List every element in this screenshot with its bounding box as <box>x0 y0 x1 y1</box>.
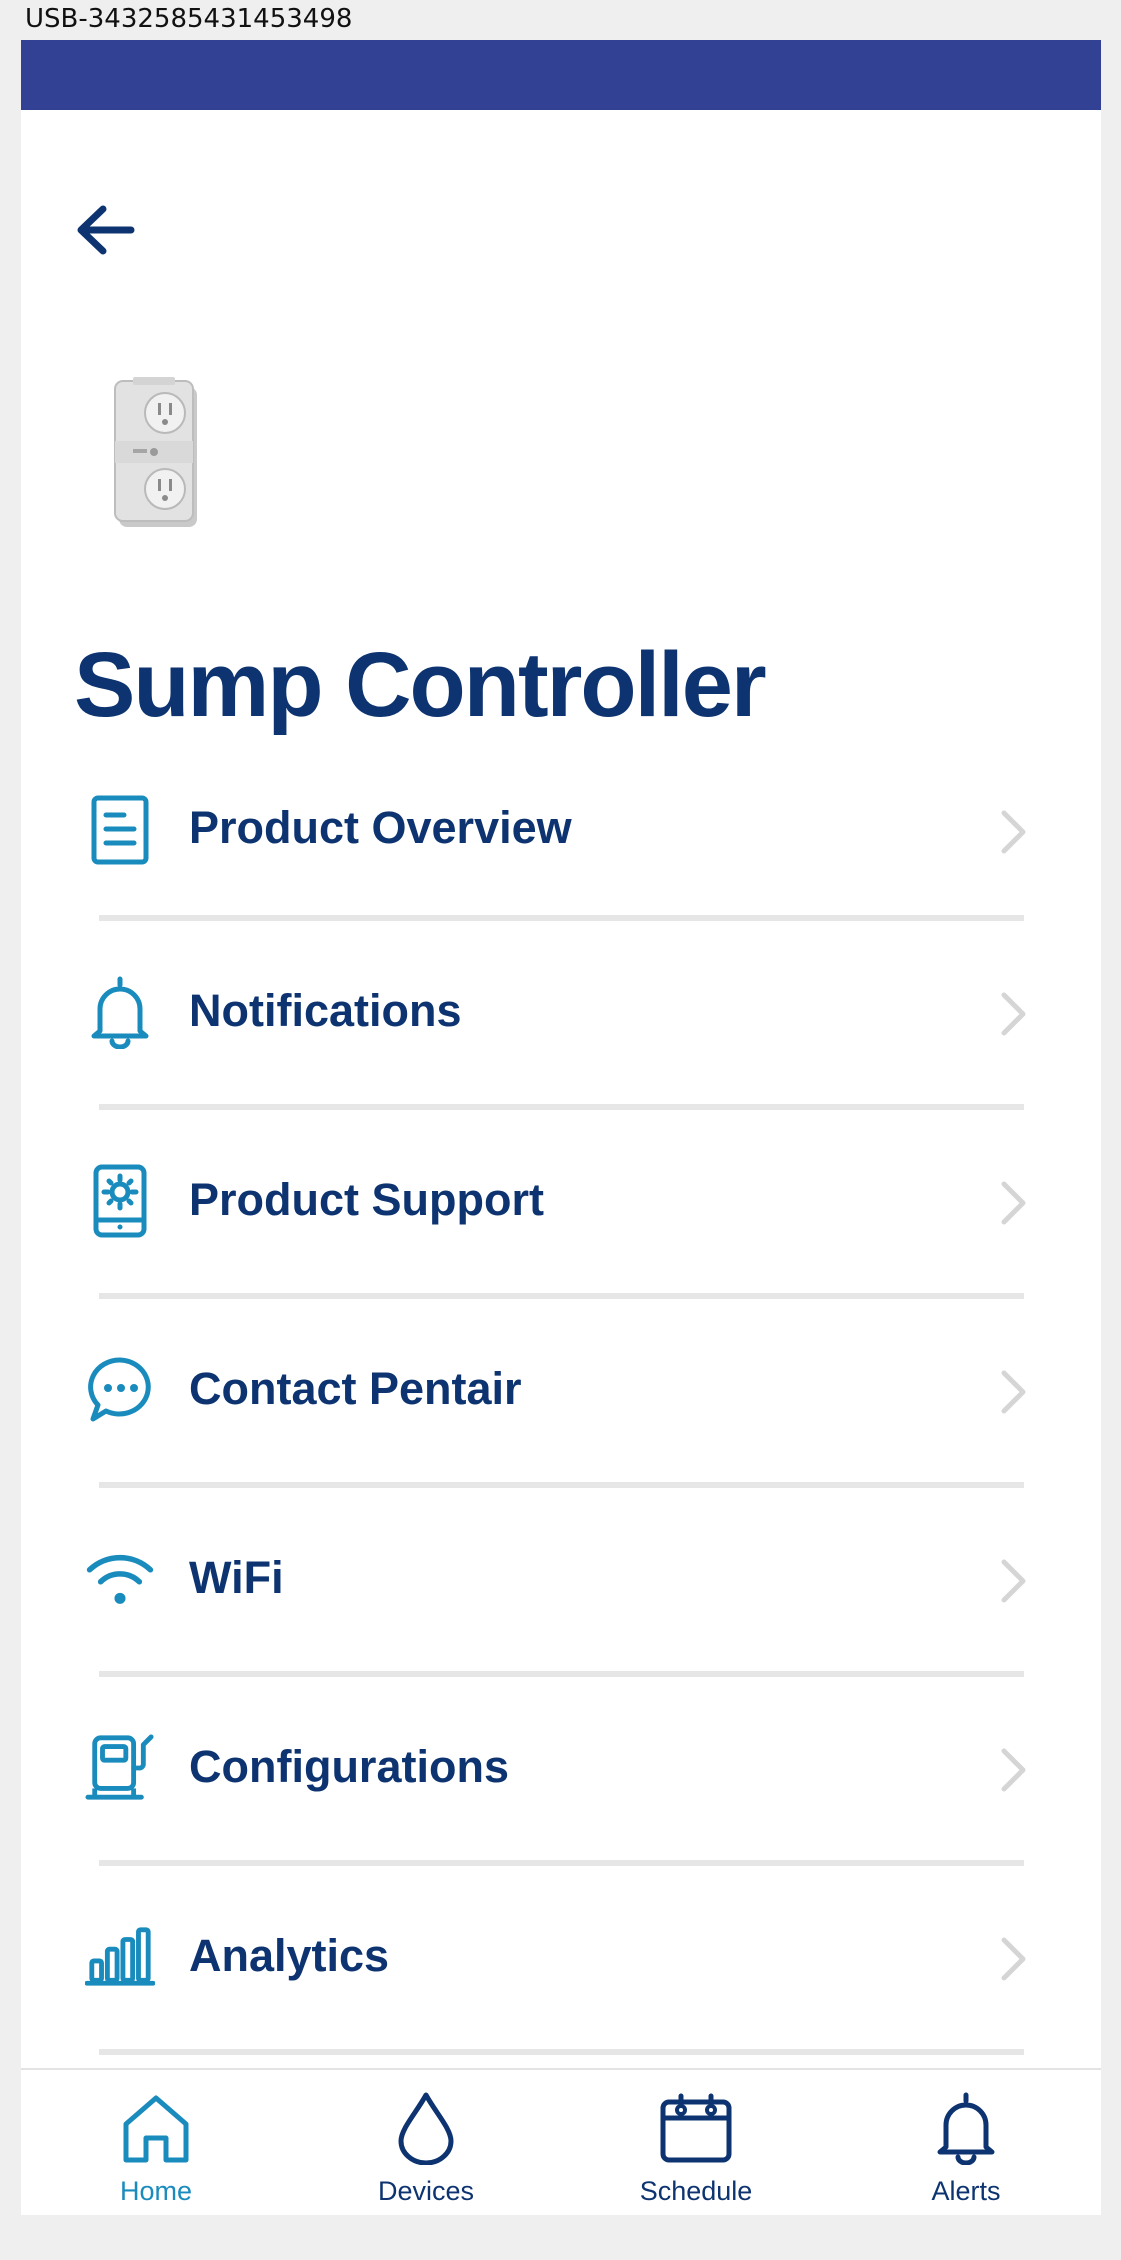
menu-item-product-overview[interactable]: Product Overview <box>21 748 1101 921</box>
chevron-right-icon <box>993 1178 1033 1228</box>
chevron-right-icon <box>993 1745 1033 1795</box>
tablet-gear-icon <box>85 1164 155 1238</box>
wifi-icon <box>85 1544 155 1614</box>
menu-item-analytics[interactable]: Analytics <box>21 1866 1101 2055</box>
nav-item-schedule[interactable]: Schedule <box>561 2070 831 2215</box>
bell-icon <box>85 976 155 1049</box>
nav-label: Alerts <box>931 2176 1001 2206</box>
bell-icon <box>926 2088 1006 2168</box>
menu-item-label: Configurations <box>189 1741 509 1792</box>
app-screen: Sump Controller Product Overview Notific… <box>21 40 1101 2215</box>
fuel-pump-icon <box>85 1733 155 1803</box>
bar-chart-icon <box>85 1922 155 1992</box>
home-icon <box>116 2088 196 2168</box>
chevron-right-icon <box>993 989 1033 1039</box>
settings-menu: Product Overview Notifications Product S… <box>21 748 1101 2055</box>
chevron-right-icon <box>993 1367 1033 1417</box>
menu-divider <box>99 2049 1024 2055</box>
nav-item-alerts[interactable]: Alerts <box>831 2070 1101 2215</box>
menu-item-label: Product Overview <box>189 802 572 853</box>
menu-item-product-support[interactable]: Product Support <box>21 1110 1101 1299</box>
nav-item-devices[interactable]: Devices <box>291 2070 561 2215</box>
menu-item-wifi[interactable]: WiFi <box>21 1488 1101 1677</box>
calendar-icon <box>656 2088 736 2168</box>
nav-label: Devices <box>377 2176 475 2206</box>
page-title: Sump Controller <box>74 634 767 736</box>
bottom-nav: Home Devices Schedule Alerts <box>21 2068 1101 2215</box>
outlet-controller-image <box>107 375 207 535</box>
status-bar <box>21 40 1101 110</box>
chat-bubble-icon <box>85 1355 155 1425</box>
chevron-right-icon <box>993 807 1033 857</box>
nav-item-home[interactable]: Home <box>21 2070 291 2215</box>
device-id-label: USB-3432585431453498 <box>25 4 353 34</box>
chevron-right-icon <box>993 1556 1033 1606</box>
document-icon <box>85 795 155 865</box>
menu-item-label: Contact Pentair <box>189 1363 522 1414</box>
arrow-left-icon <box>77 205 135 255</box>
back-button[interactable] <box>69 195 139 265</box>
menu-item-label: Product Support <box>189 1174 544 1225</box>
menu-item-label: WiFi <box>189 1552 284 1603</box>
nav-label: Home <box>119 2176 193 2206</box>
menu-item-label: Notifications <box>189 985 462 1036</box>
menu-item-label: Analytics <box>189 1930 390 1981</box>
menu-item-contact-pentair[interactable]: Contact Pentair <box>21 1299 1101 1488</box>
menu-item-notifications[interactable]: Notifications <box>21 921 1101 1110</box>
menu-item-configurations[interactable]: Configurations <box>21 1677 1101 1866</box>
chevron-right-icon <box>993 1934 1033 1984</box>
water-drop-icon <box>386 2088 466 2168</box>
nav-label: Schedule <box>639 2176 753 2206</box>
